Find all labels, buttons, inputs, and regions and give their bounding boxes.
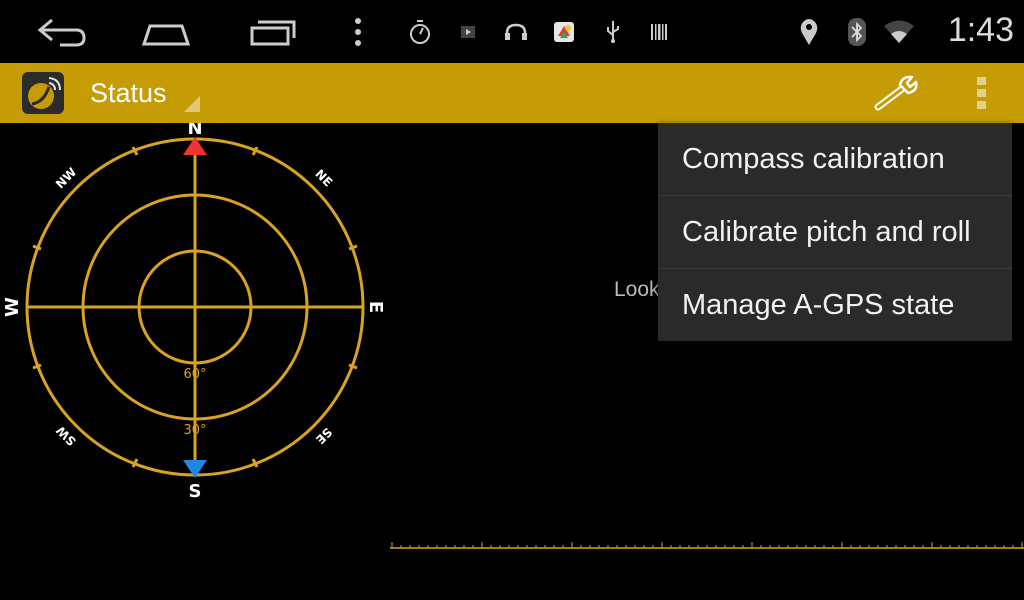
action-bar: Status: [0, 63, 1024, 123]
barcode-icon: [648, 12, 670, 52]
looking-status-text: Look: [614, 278, 660, 301]
app-notification-icon: [552, 12, 576, 52]
home-icon[interactable]: [138, 12, 194, 52]
headphones-icon: [502, 12, 530, 52]
status-spinner[interactable]: Status: [90, 63, 200, 123]
back-icon[interactable]: [34, 12, 90, 52]
wifi-icon: [882, 12, 916, 52]
east-label: E: [365, 301, 386, 313]
overflow-menu-icon[interactable]: [964, 71, 1000, 115]
signal-strength-axis: [390, 542, 1024, 549]
elevation-30-label: 30°: [183, 423, 206, 438]
wrench-icon[interactable]: [872, 73, 922, 113]
app-logo[interactable]: [22, 72, 64, 114]
ne-label: NE: [312, 167, 335, 190]
dropdown-indicator-icon: [184, 96, 200, 112]
clock: 1:43: [947, 11, 1014, 49]
stopwatch-icon: [406, 12, 434, 52]
menu-item-manage-agps[interactable]: Manage A-GPS state: [658, 269, 1012, 341]
play-icon: [458, 12, 478, 52]
west-label: W: [2, 297, 23, 317]
menu-item-compass-calibration[interactable]: Compass calibration: [658, 123, 1012, 196]
spinner-label: Status: [90, 77, 167, 108]
usb-icon: [602, 12, 624, 52]
menu-item-calibrate-pitch-roll[interactable]: Calibrate pitch and roll: [658, 196, 1012, 269]
system-status-bar: 1:43: [0, 0, 1024, 63]
sw-label: SW: [53, 423, 78, 448]
south-label: S: [189, 481, 202, 502]
se-label: SE: [313, 425, 335, 447]
satellite-radar: N S E W NW NE SW SE 60° 30°: [2, 123, 386, 502]
recent-apps-icon[interactable]: [244, 12, 300, 52]
elevation-60-label: 60°: [183, 367, 206, 382]
overflow-menu: Compass calibration Calibrate pitch and …: [658, 123, 1012, 341]
more-vertical-icon[interactable]: [346, 12, 370, 52]
location-icon: [796, 12, 822, 52]
north-label: N: [187, 123, 202, 139]
bluetooth-icon: [846, 12, 868, 52]
